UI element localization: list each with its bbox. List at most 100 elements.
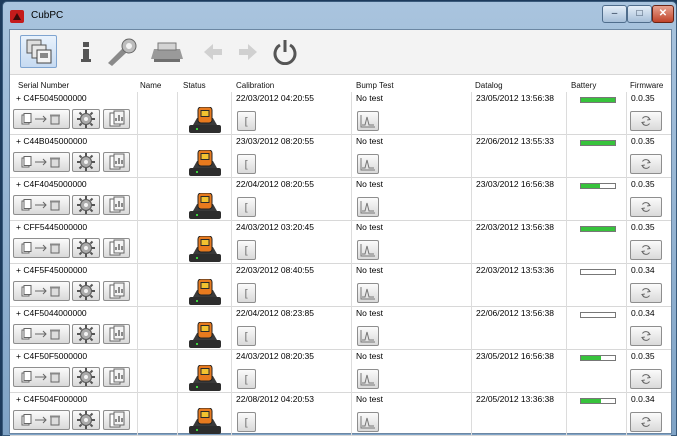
bump-test-button[interactable] xyxy=(357,240,379,260)
configure-button[interactable] xyxy=(72,109,100,129)
export-button[interactable] xyxy=(103,367,130,387)
calibrate-button[interactable]: [ xyxy=(237,111,256,131)
table-row[interactable]: + C4F4045000000 22/04/2012 08:20:55 [No… xyxy=(10,178,671,221)
print-button[interactable] xyxy=(148,35,185,68)
toolbar xyxy=(10,30,671,75)
transfer-button[interactable] xyxy=(13,238,70,258)
datalog-date[interactable]: 22/03/2012 13:53:36 xyxy=(476,265,554,275)
table-row[interactable]: + C44B045000000 23/03/2012 08:20:55 [No… xyxy=(10,135,671,178)
serial-number[interactable]: + CFF5445000000 xyxy=(16,222,87,232)
transfer-button[interactable] xyxy=(13,281,70,301)
firmware-update-button[interactable] xyxy=(630,326,662,346)
table-row[interactable]: + C4F5044000000 22/04/2012 08:23:85 [No… xyxy=(10,307,671,350)
configure-button[interactable] xyxy=(72,367,100,387)
serial-number[interactable]: + C4F4045000000 xyxy=(16,179,87,189)
export-button[interactable] xyxy=(103,152,130,172)
settings-button[interactable] xyxy=(103,35,140,68)
transfer-to-trash-icon xyxy=(21,285,60,297)
configure-button[interactable] xyxy=(72,281,100,301)
table-row[interactable]: + C4F50F5000000 24/03/2012 08:20:35 [No… xyxy=(10,350,671,393)
export-button[interactable] xyxy=(103,410,130,430)
datalog-date[interactable]: 22/06/2012 13:55:33 xyxy=(476,136,554,146)
export-button[interactable] xyxy=(103,281,130,301)
serial-number[interactable]: + C4F50F5000000 xyxy=(16,351,87,361)
firmware-update-button[interactable] xyxy=(630,111,662,131)
calibrate-button[interactable]: [ xyxy=(237,240,256,260)
table-row[interactable]: + C4F5045000000 22/03/2012 04:20:55 [No… xyxy=(10,92,671,135)
maximize-button[interactable]: □ xyxy=(627,5,652,23)
configure-button[interactable] xyxy=(72,152,100,172)
export-button[interactable] xyxy=(103,195,130,215)
col-battery[interactable]: Battery xyxy=(571,81,596,90)
transfer-button[interactable] xyxy=(13,410,70,430)
col-status[interactable]: Status xyxy=(183,81,206,90)
serial-number[interactable]: + C4F504F000000 xyxy=(16,394,87,404)
calibration-date: 24/03/2012 03:20:45 xyxy=(236,222,314,232)
bump-test-button[interactable] xyxy=(357,369,379,389)
transfer-button[interactable] xyxy=(13,109,70,129)
datalog-date[interactable]: 23/05/2012 16:56:38 xyxy=(476,351,554,361)
bump-test-status: No test xyxy=(356,394,383,404)
table-row[interactable]: + C4F5F45000000 22/03/2012 08:40:55 [No… xyxy=(10,264,671,307)
serial-number[interactable]: + C4F5F45000000 xyxy=(16,265,87,275)
datalog-date[interactable]: 23/03/2012 16:56:38 xyxy=(476,179,554,189)
firmware-update-button[interactable] xyxy=(630,197,662,217)
gas-detector-device-icon xyxy=(189,408,221,434)
bump-test-status: No test xyxy=(356,351,383,361)
minimize-button[interactable]: – xyxy=(602,5,627,23)
bump-test-button[interactable] xyxy=(357,197,379,217)
configure-button[interactable] xyxy=(72,195,100,215)
serial-number[interactable]: + C4F5044000000 xyxy=(16,308,87,318)
back-button[interactable] xyxy=(194,35,231,68)
table-row[interactable]: + C4F504F000000 22/08/2012 04:20:53 [No… xyxy=(10,393,671,436)
table-row[interactable]: + CFF5445000000 24/03/2012 03:20:45 [No… xyxy=(10,221,671,264)
calibrate-button[interactable]: [ xyxy=(237,154,256,174)
col-firmware[interactable]: Firmware xyxy=(630,81,663,90)
datalog-date[interactable]: 22/03/2012 13:56:38 xyxy=(476,222,554,232)
power-button[interactable] xyxy=(266,35,303,68)
transfer-button[interactable] xyxy=(13,195,70,215)
firmware-update-button[interactable] xyxy=(630,154,662,174)
transfer-button[interactable] xyxy=(13,324,70,344)
serial-number[interactable]: + C44B045000000 xyxy=(16,136,87,146)
calibrate-button[interactable]: [ xyxy=(237,283,256,303)
bump-test-button[interactable] xyxy=(357,283,379,303)
bump-test-button[interactable] xyxy=(357,154,379,174)
calibrate-button[interactable]: [ xyxy=(237,197,256,217)
serial-number[interactable]: + C4F5045000000 xyxy=(16,93,87,103)
calibrate-button[interactable]: [ xyxy=(237,326,256,346)
transfer-button[interactable] xyxy=(13,367,70,387)
title-bar[interactable]: CubPC – □ ✕ xyxy=(3,2,676,29)
datalog-date[interactable]: 22/06/2012 13:56:38 xyxy=(476,308,554,318)
configure-button[interactable] xyxy=(72,410,100,430)
col-bump-test[interactable]: Bump Test xyxy=(356,81,394,90)
bump-test-button[interactable] xyxy=(357,326,379,346)
bump-test-status: No test xyxy=(356,93,383,103)
export-button[interactable] xyxy=(103,324,130,344)
bump-test-button[interactable] xyxy=(357,111,379,131)
datalog-date[interactable]: 23/05/2012 13:56:38 xyxy=(476,93,554,103)
close-button[interactable]: ✕ xyxy=(652,5,674,23)
forward-button[interactable] xyxy=(229,35,266,68)
firmware-update-button[interactable] xyxy=(630,240,662,260)
col-datalog[interactable]: Datalog xyxy=(475,81,503,90)
transfer-button[interactable] xyxy=(13,152,70,172)
datalog-date[interactable]: 22/05/2012 13:36:38 xyxy=(476,394,554,404)
info-button[interactable] xyxy=(67,35,104,68)
bump-test-cell: No test xyxy=(352,178,472,221)
bump-test-button[interactable] xyxy=(357,412,379,432)
firmware-update-button[interactable] xyxy=(630,283,662,303)
calibrate-button[interactable]: [ xyxy=(237,369,256,389)
export-button[interactable] xyxy=(103,238,130,258)
configure-button[interactable] xyxy=(72,324,100,344)
col-serial-number[interactable]: Serial Number xyxy=(18,81,69,90)
devices-button[interactable] xyxy=(20,35,57,68)
export-button[interactable] xyxy=(103,109,130,129)
col-name[interactable]: Name xyxy=(140,81,161,90)
configure-button[interactable] xyxy=(72,238,100,258)
firmware-update-button[interactable] xyxy=(630,412,662,432)
firmware-update-button[interactable] xyxy=(630,369,662,389)
col-calibration[interactable]: Calibration xyxy=(236,81,274,90)
bump-test-status: No test xyxy=(356,222,383,232)
calibrate-button[interactable]: [ xyxy=(237,412,256,432)
